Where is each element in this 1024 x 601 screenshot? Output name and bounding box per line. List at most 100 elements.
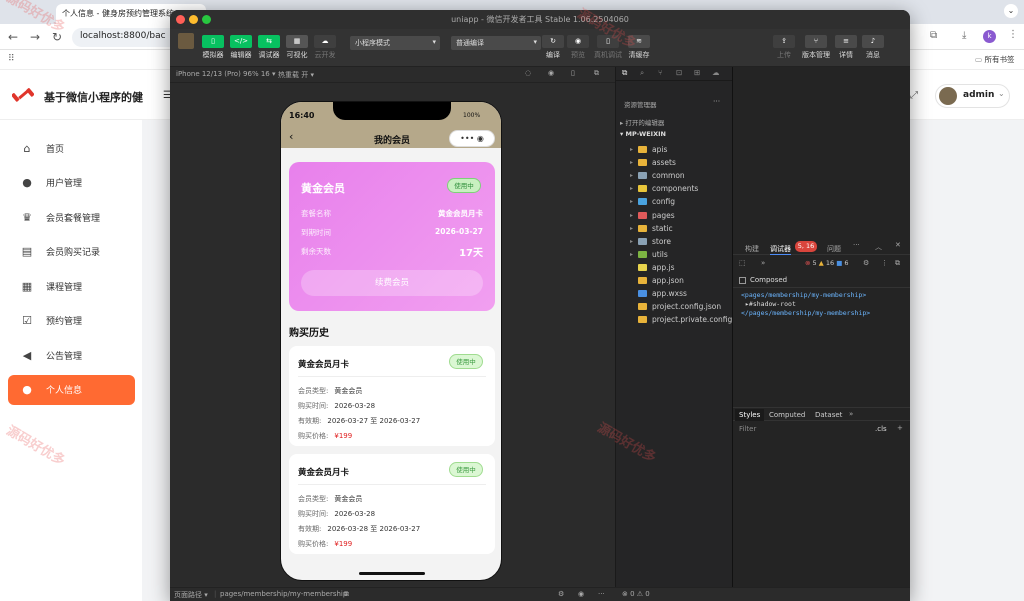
- folder-item[interactable]: ▸ store: [630, 235, 671, 248]
- fullscreen-icon[interactable]: ⤢: [910, 90, 918, 101]
- more-icon[interactable]: ···: [713, 97, 720, 106]
- console-counts[interactable]: ⊗ 5 ▲ 16 ■ 6: [805, 259, 849, 267]
- more-icon[interactable]: ···: [853, 241, 860, 249]
- close-icon[interactable]: ✕: [895, 241, 901, 249]
- more-icon[interactable]: ···: [598, 590, 605, 598]
- folder-item[interactable]: ▸ apis: [630, 143, 667, 156]
- visual-button[interactable]: ▦ 可视化: [284, 35, 310, 60]
- simulator-button[interactable]: ▯ 模拟器: [200, 35, 226, 60]
- user-menu[interactable]: admin ⌄: [935, 84, 1010, 108]
- folder-item[interactable]: ▸ components: [630, 182, 698, 195]
- git-icon[interactable]: ⑂: [658, 68, 663, 77]
- profile-avatar[interactable]: k: [983, 30, 996, 43]
- inspect-icon[interactable]: ⬚: [739, 259, 746, 267]
- cloud-button[interactable]: ☁ 云开发: [312, 35, 338, 60]
- upload-button[interactable]: ⇪ 上传: [772, 35, 796, 60]
- history-card[interactable]: 黄金会员月卡 使用中 会员类型: 黄金会员 购买时间: 2026-03-28 有效期…: [289, 454, 495, 554]
- styles-filter-input[interactable]: Filter: [739, 425, 756, 433]
- apps-icon[interactable]: ⠿: [8, 54, 15, 64]
- more-icon[interactable]: ⋮: [1008, 29, 1018, 40]
- copy-icon[interactable]: ⧉: [344, 590, 349, 599]
- chevron-down-icon[interactable]: ⌄: [1004, 4, 1018, 18]
- cloud-icon[interactable]: ☁: [712, 68, 720, 77]
- sidebar-item[interactable]: ⌂ 首页: [8, 133, 135, 163]
- dock-icon[interactable]: ⧉: [895, 259, 900, 268]
- file-item[interactable]: app.wxss: [630, 287, 687, 300]
- more-tabs-icon[interactable]: »: [849, 410, 853, 418]
- hot-reload-select[interactable]: 热重载 开 ▾: [278, 70, 314, 80]
- compile-button[interactable]: ↻ 编译: [541, 35, 565, 60]
- minimize-window-button[interactable]: [189, 15, 198, 24]
- open-editors[interactable]: ▸ 打开的编辑器: [620, 117, 664, 127]
- debug-icon[interactable]: ⊡: [676, 68, 682, 77]
- search-icon[interactable]: ⌕: [640, 68, 644, 78]
- tab-issues[interactable]: 问题: [827, 244, 841, 254]
- forward-icon[interactable]: →: [30, 30, 40, 44]
- device-select[interactable]: iPhone 12/13 (Pro) 96% 16 ▾: [176, 70, 275, 78]
- dom-line[interactable]: ▸#shadow-root: [745, 300, 796, 308]
- dom-line[interactable]: <pages/membership/my-membership>: [741, 291, 866, 299]
- composed-checkbox[interactable]: [739, 277, 746, 284]
- file-item[interactable]: project.private.config.…: [630, 313, 742, 326]
- close-window-button[interactable]: [176, 15, 185, 24]
- all-bookmarks[interactable]: ▭ 所有书签: [975, 54, 1014, 65]
- message-button[interactable]: ♪ 消息: [862, 35, 884, 60]
- mode-select[interactable]: 小程序模式 ▾: [350, 36, 440, 50]
- file-item[interactable]: app.json: [630, 274, 684, 287]
- gear-icon[interactable]: ⚙: [863, 259, 869, 267]
- history-card[interactable]: 黄金会员月卡 使用中 会员类型: 黄金会员 购买时间: 2026-03-28 有效期…: [289, 346, 495, 446]
- dom-line[interactable]: </pages/membership/my-membership>: [741, 309, 870, 317]
- project-root[interactable]: ▾ MP-WEIXIN: [620, 130, 666, 138]
- tab-styles[interactable]: Styles: [735, 409, 765, 421]
- folder-item[interactable]: ▸ pages: [630, 209, 675, 222]
- back-icon[interactable]: ←: [8, 30, 18, 44]
- detail-button[interactable]: ≡ 详情: [835, 35, 857, 60]
- sidebar-item[interactable]: ▦ 课程管理: [8, 271, 135, 301]
- renew-button[interactable]: 续费会员: [301, 270, 483, 296]
- compile-select[interactable]: 普通编译 ▾: [451, 36, 541, 50]
- record-icon[interactable]: ◉: [548, 69, 554, 77]
- tab-computed[interactable]: Computed: [765, 409, 809, 421]
- tab-debugger[interactable]: 调试器: [770, 244, 791, 255]
- more-tabs-icon[interactable]: »: [761, 259, 765, 267]
- sidebar-item[interactable]: ☑ 预约管理: [8, 306, 135, 336]
- capsule-menu[interactable]: ••• ◉: [449, 130, 495, 147]
- file-item[interactable]: project.config.json: [630, 300, 721, 313]
- folder-item[interactable]: ▸ config: [630, 195, 675, 208]
- project-avatar[interactable]: [178, 33, 194, 49]
- extensions-icon[interactable]: ⊞: [694, 68, 700, 77]
- problems-count[interactable]: ⊗ 0 ⚠ 0: [622, 590, 650, 598]
- sidebar-item[interactable]: ◀ 公告管理: [8, 340, 135, 370]
- download-icon[interactable]: ⤓: [962, 30, 966, 41]
- version-button[interactable]: ⑂ 版本管理: [800, 35, 832, 60]
- folder-item[interactable]: ▸ static: [630, 222, 673, 235]
- extensions-icon[interactable]: ⧉: [930, 30, 937, 41]
- phone-icon[interactable]: ▯: [571, 69, 575, 77]
- maximize-window-button[interactable]: [202, 15, 211, 24]
- debugger-button[interactable]: ⇆ 调试器: [256, 35, 282, 60]
- cls-button[interactable]: .cls: [875, 425, 887, 433]
- sidebar-item[interactable]: ● 个人信息: [8, 374, 135, 405]
- close-icon[interactable]: ◉: [477, 134, 484, 143]
- folder-item[interactable]: ▸ common: [630, 169, 685, 182]
- file-item[interactable]: app.js: [630, 261, 675, 274]
- folder-item[interactable]: ▸ utils: [630, 248, 668, 261]
- compile-icon[interactable]: ⚙: [558, 590, 564, 598]
- folder-item[interactable]: ▸ assets: [630, 156, 676, 169]
- tab-build[interactable]: 构建: [745, 244, 759, 254]
- page-path-select[interactable]: 页面路径 ▾: [174, 590, 208, 600]
- chevron-up-icon[interactable]: ︿: [875, 242, 882, 252]
- more-icon[interactable]: •••: [460, 134, 474, 143]
- sidebar-item[interactable]: ▤ 会员购买记录: [8, 237, 135, 267]
- tab-dataset[interactable]: Dataset: [811, 409, 846, 421]
- editor-button[interactable]: </> 编辑器: [228, 35, 254, 60]
- plus-icon[interactable]: +: [897, 424, 903, 432]
- url-bar[interactable]: localhost:8800/bac: [72, 28, 182, 47]
- files-icon[interactable]: ⧉: [622, 68, 627, 78]
- eye-icon[interactable]: ◉: [578, 590, 584, 598]
- sidebar-item[interactable]: ♛ 会员套餐管理: [8, 202, 135, 232]
- popout-icon[interactable]: ⧉: [594, 69, 599, 78]
- rotate-icon[interactable]: ◌: [525, 69, 531, 77]
- sidebar-item[interactable]: ● 用户管理: [8, 168, 135, 198]
- preview-button[interactable]: ◉ 预览: [566, 35, 590, 60]
